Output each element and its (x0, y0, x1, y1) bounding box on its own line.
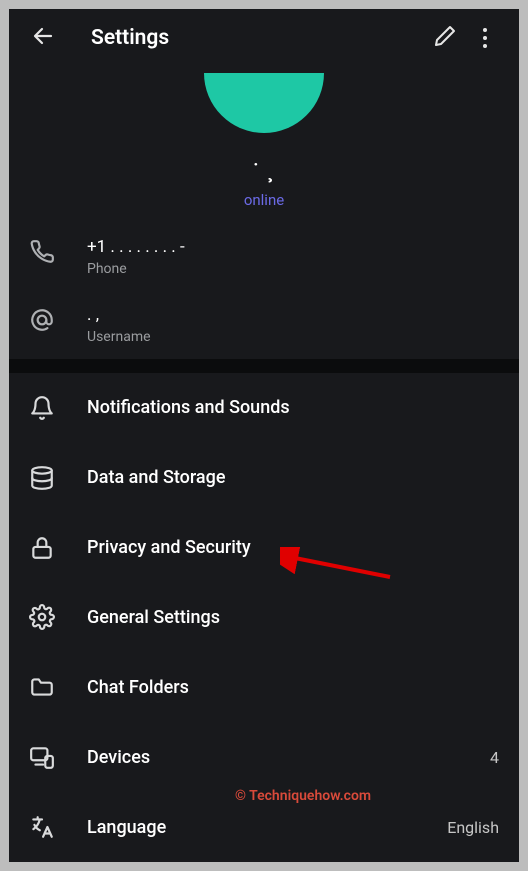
profile-name: ˙ ¸ (253, 159, 274, 183)
menu-data-storage[interactable]: Data and Storage (9, 443, 519, 513)
menu-label: Chat Folders (73, 677, 499, 698)
more-button[interactable] (465, 18, 505, 58)
menu-label: Language (73, 817, 447, 838)
language-value: English (447, 818, 499, 837)
pencil-icon (433, 24, 457, 52)
folder-icon (29, 674, 73, 700)
devices-icon (29, 744, 73, 770)
profile-section: ˙ ¸ online (9, 67, 519, 223)
at-icon (29, 305, 73, 333)
app-header: Settings (9, 9, 519, 67)
menu-notifications[interactable]: Notifications and Sounds (9, 373, 519, 443)
section-divider (9, 359, 519, 373)
menu-label: Data and Storage (73, 467, 499, 488)
menu-chat-folders[interactable]: Chat Folders (9, 652, 519, 722)
database-icon (29, 465, 73, 491)
menu-privacy-security[interactable]: Privacy and Security (9, 513, 519, 583)
back-button[interactable] (23, 18, 63, 58)
devices-count: 4 (490, 748, 499, 767)
menu-label: Privacy and Security (73, 537, 499, 558)
username-label: Username (87, 329, 151, 345)
username-value: . , (87, 305, 151, 325)
menu-label: Notifications and Sounds (73, 397, 499, 418)
menu-devices[interactable]: Devices 4 (9, 722, 519, 792)
bell-icon (29, 395, 73, 421)
menu-label: Devices (73, 747, 490, 768)
arrow-left-icon (31, 24, 55, 52)
page-title: Settings (91, 26, 425, 50)
more-vertical-icon (483, 28, 487, 48)
edit-button[interactable] (425, 18, 465, 58)
phone-value: +1 . . . . . . . . - (87, 237, 185, 257)
avatar[interactable] (204, 73, 324, 133)
menu-general-settings[interactable]: General Settings (9, 582, 519, 652)
phone-row[interactable]: +1 . . . . . . . . - Phone (9, 223, 519, 291)
menu-language[interactable]: Language English (9, 792, 519, 862)
gear-icon (29, 604, 73, 630)
lock-icon (29, 535, 73, 561)
phone-icon (29, 237, 73, 265)
profile-status: online (244, 191, 284, 209)
menu-label: General Settings (73, 607, 499, 628)
username-row[interactable]: . , Username (9, 291, 519, 359)
translate-icon (29, 814, 73, 840)
phone-label: Phone (87, 261, 185, 277)
